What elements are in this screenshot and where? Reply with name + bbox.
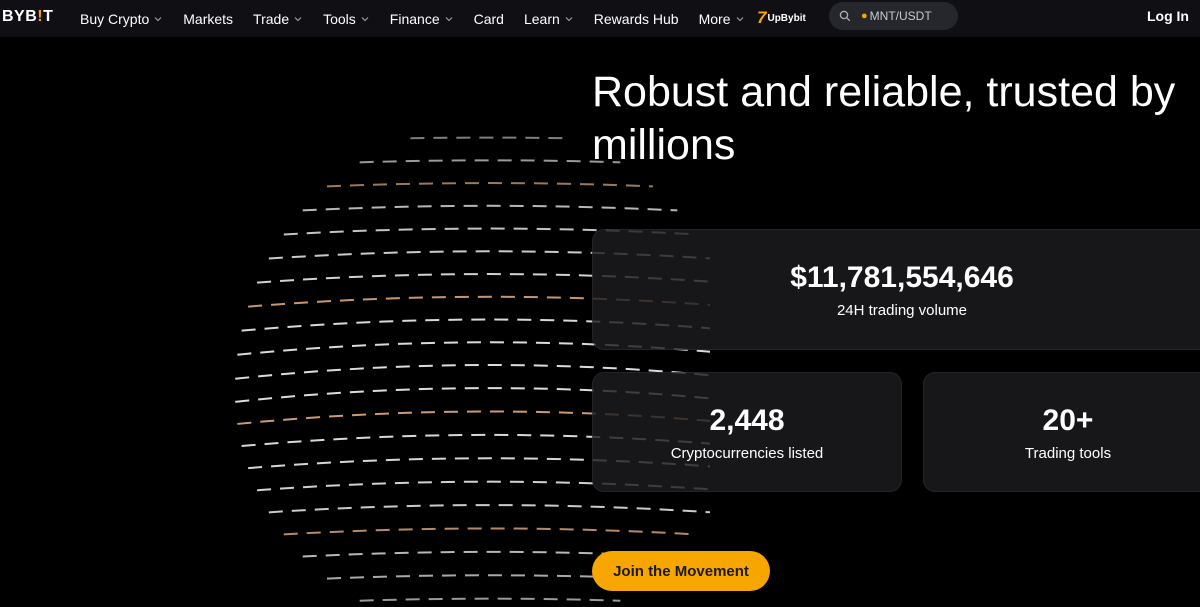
promo-label: UpBybit — [767, 12, 806, 24]
nav-item-label: Markets — [183, 10, 234, 27]
chevron-down-icon — [294, 16, 302, 21]
chevron-down-icon — [154, 16, 162, 21]
chevron-down-icon — [736, 16, 743, 21]
nav-item-trade[interactable]: Trade — [253, 11, 303, 27]
globe-dash-line — [283, 527, 697, 536]
logo-text-part: T — [43, 8, 54, 25]
nav-item-label: Tools — [323, 10, 356, 27]
nav-item-buy-crypto[interactable]: Buy Crypto — [80, 11, 163, 27]
globe-dash-line — [326, 182, 654, 188]
nav-item-label: Rewards Hub — [593, 10, 679, 27]
chevron-down-icon — [565, 16, 573, 21]
chevron-down-icon — [361, 16, 369, 21]
stat-value: $11,781,554,646 — [790, 261, 1014, 294]
nav-item-label: Card — [473, 10, 504, 27]
nav-item-learn[interactable]: Learn — [524, 11, 574, 27]
stat-card-cryptocurrencies: 2,448 Cryptocurrencies listed — [592, 372, 902, 492]
nav-item-label: Buy Crypto — [80, 10, 150, 27]
stat-label: Cryptocurrencies listed — [670, 444, 824, 462]
nav-item-tools[interactable]: Tools — [323, 11, 370, 27]
chevron-down-icon — [445, 16, 453, 21]
globe-dash-line — [268, 504, 710, 514]
promo-seven-glyph: 7 — [757, 8, 767, 27]
stat-value: 20+ — [1042, 403, 1094, 437]
nav-item-label: Learn — [523, 10, 560, 27]
bybit-logo[interactable]: BYB!T — [2, 8, 53, 26]
stat-label: Trading tools — [1024, 444, 1112, 462]
globe-dash-line — [359, 159, 621, 164]
nav-item-more[interactable]: More — [699, 11, 745, 27]
hero-headline: Robust and reliable, trusted by millions — [592, 68, 1176, 169]
globe-dash-line — [359, 597, 621, 602]
globe-dash-line — [302, 204, 678, 212]
login-button[interactable]: Log In — [1147, 8, 1189, 24]
main-menu: Buy Crypto Markets Trade Tools Finance C… — [80, 0, 765, 37]
search-icon — [839, 10, 851, 22]
nav-item-card[interactable]: Card — [474, 11, 504, 27]
stat-label: 24H trading volume — [836, 302, 968, 319]
logo-text-part: BYB — [2, 8, 38, 25]
top-navigation-bar: BYB!T Buy Crypto Markets Trade Tools Fin… — [0, 0, 1200, 37]
stat-value: 2,448 — [709, 403, 785, 437]
nav-item-rewards-hub[interactable]: Rewards Hub — [594, 11, 679, 27]
nav-item-label: More — [698, 10, 731, 27]
globe-graphic — [235, 136, 710, 602]
fire-icon: ● — [861, 10, 868, 22]
stat-card-trading-tools: 20+ Trading tools — [923, 372, 1200, 492]
nav-item-finance[interactable]: Finance — [390, 11, 454, 27]
stat-card-volume: $11,781,554,646 24H trading volume — [592, 229, 1200, 350]
nav-item-label: Finance — [389, 10, 440, 27]
search-box[interactable]: ● MNT/USDT — [829, 2, 958, 30]
upbybit-promo-link[interactable]: 7 UpBybit — [757, 8, 806, 28]
nav-item-label: Trade — [253, 10, 290, 27]
nav-item-markets[interactable]: Markets — [183, 11, 233, 27]
globe-dash-line — [410, 136, 570, 140]
join-the-movement-button[interactable]: Join the Movement — [592, 551, 770, 591]
search-trending-value: MNT/USDT — [869, 9, 932, 23]
